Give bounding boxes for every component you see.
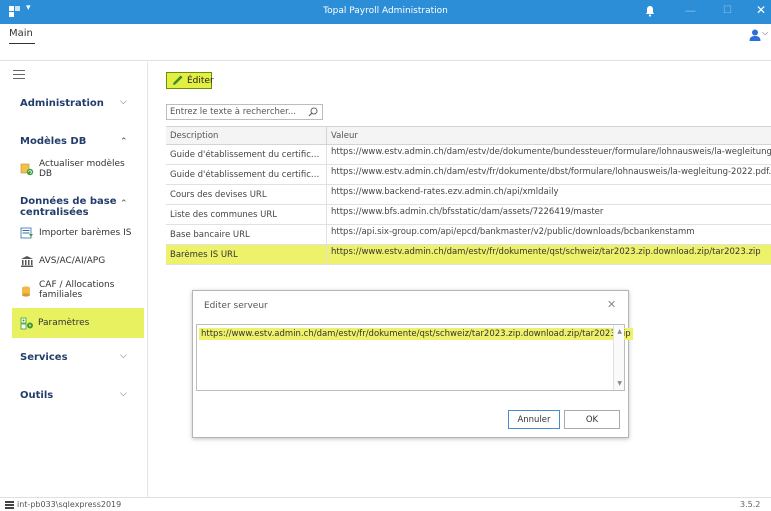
status-bar: int-pb033\sqlexpress2019 3.5.2 — [0, 497, 771, 511]
column-separator — [326, 225, 327, 244]
sidebar-item-label: AVS/AC/AI/APG — [39, 256, 106, 266]
table-row[interactable]: Cours des devises URL https://www.backen… — [166, 185, 771, 205]
cell-description: Barèmes IS URL — [170, 250, 238, 260]
app-version: 3.5.2 — [740, 500, 761, 509]
column-separator — [326, 185, 327, 204]
sidebar-item-label: Paramètres — [38, 318, 90, 328]
sidebar-item-label: Importer barèmes IS — [39, 228, 132, 238]
cancel-button[interactable]: Annuler — [508, 410, 560, 429]
server-name: int-pb033\sqlexpress2019 — [17, 500, 122, 509]
scroll-down-icon[interactable]: ▼ — [617, 380, 622, 387]
edit-server-dialog: Editer serveur ✕ https://www.estv.admin.… — [192, 290, 633, 438]
sidebar-section-services[interactable]: Services — [20, 352, 68, 363]
chevron-up-icon[interactable]: ⌃ — [120, 199, 128, 209]
table-row[interactable]: Liste des communes URL https://www.bfs.a… — [166, 205, 771, 225]
refresh-db-icon — [20, 163, 34, 176]
maximize-button[interactable]: ☐ — [723, 5, 732, 16]
column-separator — [326, 205, 327, 224]
sidebar-section-administration[interactable]: Administration — [20, 98, 104, 109]
label-line: familiales — [39, 290, 83, 300]
pencil-icon — [172, 75, 183, 86]
chevron-down-icon[interactable]: ⌵ — [120, 351, 127, 361]
minimize-button[interactable]: — — [685, 4, 696, 17]
cell-value: https://api.six-group.com/api/epcd/bankm… — [331, 227, 695, 237]
server-url-textarea[interactable]: https://www.estv.admin.ch/dam/estv/fr/do… — [196, 324, 633, 391]
sidebar: Administration ⌵ Modèles DB ⌃ Actualiser… — [0, 62, 148, 497]
coins-icon — [20, 285, 34, 298]
sidebar-item-label: Actualiser modèles DB — [39, 159, 125, 179]
title-bar: ▾ Topal Payroll Administration — ☐ ✕ — [0, 0, 771, 24]
column-separator — [326, 145, 327, 164]
chevron-down-icon[interactable]: ⌵ — [120, 389, 127, 399]
search-icon[interactable] — [308, 107, 318, 117]
sidebar-item-importer-baremes-is[interactable]: Importer barèmes IS — [20, 224, 140, 242]
cell-description: Liste des communes URL — [170, 210, 277, 220]
sidebar-item-caf-allocations[interactable]: CAF / Allocations familiales — [20, 280, 140, 308]
cell-value: https://www.estv.admin.ch/dam/estv/fr/do… — [331, 247, 761, 257]
search-input[interactable] — [170, 106, 302, 118]
notification-bell-icon[interactable] — [644, 5, 656, 17]
table-row[interactable]: Base bancaire URL https://api.six-group.… — [166, 225, 771, 245]
table-row-selected[interactable]: Barèmes IS URL https://www.estv.admin.ch… — [166, 245, 771, 265]
chevron-up-icon[interactable]: ⌃ — [120, 137, 128, 147]
bank-icon — [20, 255, 34, 268]
table-row[interactable]: Guide d'établissement du certificat de s… — [166, 145, 771, 165]
column-separator — [326, 245, 327, 264]
sidebar-item-parametres[interactable]: Paramètres — [12, 308, 144, 338]
tab-main[interactable]: Main — [9, 28, 33, 39]
user-menu-chevron-icon[interactable]: ⌵ — [762, 28, 768, 38]
parameters-table: Description Valeur Guide d'établissement… — [166, 126, 771, 265]
sidebar-section-donnees-de-base[interactable]: Données de base centralisées — [20, 196, 116, 218]
close-window-button[interactable]: ✕ — [756, 3, 766, 17]
label-line: CAF / Allocations — [39, 280, 115, 290]
chevron-down-icon[interactable]: ⌵ — [120, 97, 127, 107]
column-separator — [326, 165, 327, 184]
cell-description: Guide d'établissement du certificat de s… — [170, 170, 322, 180]
database-icon — [5, 501, 14, 509]
import-icon — [20, 227, 34, 240]
cell-description: Base bancaire URL — [170, 230, 250, 240]
section-title-line: Données de base — [20, 196, 117, 207]
column-header-valeur[interactable]: Valeur — [331, 131, 358, 141]
sidebar-item-label: CAF / Allocations familiales — [39, 280, 114, 300]
tab-row: Main ⌵ — [0, 24, 771, 61]
search-box — [166, 104, 323, 120]
dialog-close-button[interactable]: ✕ — [607, 298, 616, 311]
section-title-line: centralisées — [20, 207, 89, 218]
edit-button-label: Éditer — [187, 75, 214, 86]
column-header-description[interactable]: Description — [170, 131, 218, 141]
table-row[interactable]: Guide d'établissement du certificat de s… — [166, 165, 771, 185]
settings-icon — [20, 317, 34, 330]
table-header: Description Valeur — [166, 127, 771, 145]
dialog-title: Editer serveur — [204, 301, 268, 311]
cell-description: Cours des devises URL — [170, 190, 267, 200]
edit-button[interactable]: Éditer — [166, 72, 214, 89]
sidebar-section-outils[interactable]: Outils — [20, 390, 53, 401]
cell-value: https://www.estv.admin.ch/dam/estv/de/do… — [331, 147, 771, 157]
cell-value: https://www.bfs.admin.ch/bfsstatic/dam/a… — [331, 207, 604, 217]
tab-main-underline — [9, 43, 35, 44]
user-icon[interactable] — [748, 29, 762, 41]
ok-button[interactable]: OK — [564, 410, 620, 429]
sidebar-item-avs-ac-ai-apg[interactable]: AVS/AC/AI/APG — [20, 252, 140, 270]
cell-value: https://www.estv.admin.ch/dam/estv/fr/do… — [331, 167, 771, 177]
cell-description: Guide d'établissement du certificat de s… — [170, 150, 322, 160]
sidebar-section-modeles-db[interactable]: Modèles DB — [20, 136, 86, 147]
scroll-up-icon[interactable]: ▲ — [617, 328, 622, 335]
column-separator — [326, 127, 327, 145]
cell-value: https://www.backend-rates.ezv.admin.ch/a… — [331, 187, 559, 197]
sidebar-item-actualiser-modeles-db[interactable]: Actualiser modèles DB — [20, 159, 140, 179]
server-url-value: https://www.estv.admin.ch/dam/estv/fr/do… — [199, 328, 633, 340]
hamburger-menu-icon[interactable] — [13, 70, 25, 79]
